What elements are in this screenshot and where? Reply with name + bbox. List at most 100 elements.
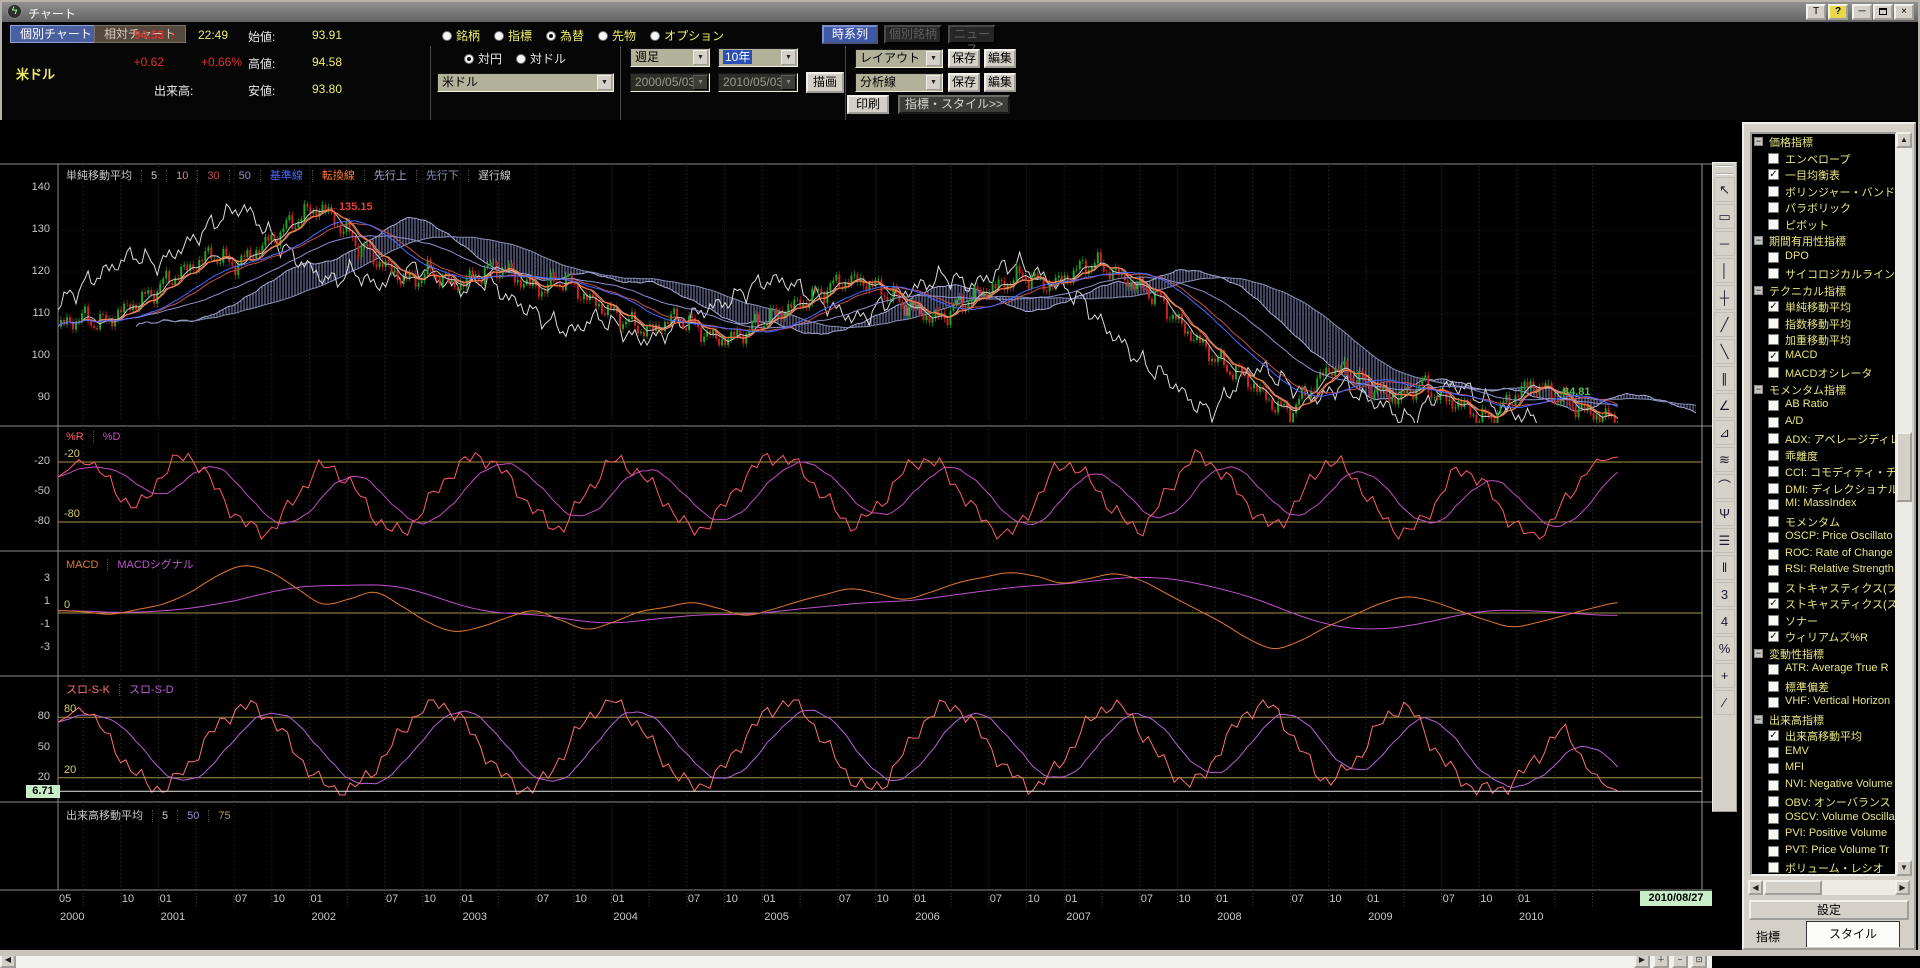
radio-selected-icon[interactable] — [464, 54, 474, 64]
checkbox-icon[interactable] — [1768, 367, 1779, 378]
pointer-tool-icon[interactable]: ↖ — [1714, 177, 1735, 202]
indicator-item-row[interactable]: エンベロープ — [1752, 151, 1895, 168]
checkbox-checked-icon[interactable]: ✓ — [1768, 351, 1779, 362]
analysis-save-button[interactable]: 保存 — [948, 73, 980, 92]
radio-1[interactable]: 対ドル — [516, 52, 566, 66]
indicator-item-row[interactable]: CCI: コモディティ・チャ — [1752, 464, 1895, 481]
collapse-icon[interactable]: − — [1754, 236, 1763, 245]
restore-button[interactable] — [1873, 4, 1893, 20]
scroll-up-icon[interactable]: ▲ — [1896, 132, 1912, 148]
checkbox-icon[interactable] — [1768, 796, 1779, 807]
indicator-tree[interactable]: −価格指標エンベロープ✓一目均衡表ボリンジャー・バンドパラボリックピボット−期間… — [1750, 132, 1897, 876]
checkbox-icon[interactable] — [1768, 318, 1779, 329]
range-combo[interactable]: 10年 ▼ — [718, 48, 798, 67]
checkbox-icon[interactable] — [1768, 780, 1779, 791]
indicator-item-row[interactable]: ボリューム・レシオ — [1752, 860, 1895, 876]
scroll-right-icon[interactable]: ▶ — [1895, 880, 1910, 895]
indicator-item-row[interactable]: 加重移動平均 — [1752, 332, 1895, 349]
channel-line-tool-icon[interactable]: ∥ — [1714, 366, 1735, 391]
chart-area[interactable]: 14013012011010090-20-50-8031-1-3805020-2… — [0, 120, 1713, 950]
drawing-toolbar[interactable]: ↖▭─│┼╱╲∥∠⊿≋⌒Ψ☰‖34%+∕ — [1712, 162, 1737, 812]
radio-0[interactable]: 対円 — [464, 52, 502, 66]
indicator-item-row[interactable]: ピボット — [1752, 217, 1895, 234]
checkbox-icon[interactable] — [1768, 466, 1779, 477]
indicator-item-row[interactable]: ✓MACD — [1752, 349, 1895, 366]
tab-style[interactable]: スタイル — [1806, 921, 1900, 947]
radio-3[interactable]: 先物 — [598, 29, 636, 43]
checkbox-checked-icon[interactable]: ✓ — [1768, 631, 1779, 642]
radio-icon[interactable] — [650, 31, 660, 41]
radio-selected-icon[interactable] — [546, 31, 556, 41]
checkbox-checked-icon[interactable]: ✓ — [1768, 301, 1779, 312]
analysis-combo[interactable]: 分析線 ▼ — [855, 73, 943, 92]
pitchfork-tool-icon[interactable]: Ψ — [1714, 501, 1735, 526]
indicator-item-row[interactable]: ATR: Average True R — [1752, 662, 1895, 679]
indicator-item-row[interactable]: ADX: アベレージディレ — [1752, 431, 1895, 448]
indicator-item-row[interactable]: ✓出来高移動平均 — [1752, 728, 1895, 745]
collapse-icon[interactable]: − — [1754, 649, 1763, 658]
checkbox-icon[interactable] — [1768, 252, 1779, 263]
radio-icon[interactable] — [442, 31, 452, 41]
indicator-item-row[interactable]: MI: MassIndex — [1752, 497, 1895, 514]
settings-button[interactable]: 設定 — [1749, 900, 1909, 920]
indicator-item-row[interactable]: MACDオシレータ — [1752, 365, 1895, 382]
checkbox-icon[interactable] — [1768, 499, 1779, 510]
radio-icon[interactable] — [494, 31, 504, 41]
radio-icon[interactable] — [598, 31, 608, 41]
collapse-icon[interactable]: − — [1754, 137, 1763, 146]
percent-line-tool-icon[interactable]: % — [1714, 636, 1735, 661]
indicator-item-row[interactable]: ✓一目均衡表 — [1752, 167, 1895, 184]
trend-line-tool-icon[interactable]: ╱ — [1714, 312, 1735, 337]
vertical-line-tool-icon[interactable]: │ — [1714, 258, 1735, 283]
indicator-item-row[interactable]: DPO — [1752, 250, 1895, 267]
indicator-item-row[interactable]: PVI: Positive Volume — [1752, 827, 1895, 844]
indicator-item-row[interactable]: サイコロジカルライン — [1752, 266, 1895, 283]
indicator-item-row[interactable]: PVT: Price Volume Tr — [1752, 844, 1895, 861]
timeseries-button[interactable]: 時系列 — [822, 25, 878, 44]
indicator-group-row[interactable]: −テクニカル指標 — [1752, 283, 1895, 300]
indicator-group-row[interactable]: −期間有用性指標 — [1752, 233, 1895, 250]
checkbox-icon[interactable] — [1768, 219, 1779, 230]
checkbox-icon[interactable] — [1768, 582, 1779, 593]
cross-line-tool-icon[interactable]: ┼ — [1714, 285, 1735, 310]
checkbox-icon[interactable] — [1768, 516, 1779, 527]
checkbox-checked-icon[interactable]: ✓ — [1768, 730, 1779, 741]
layout-combo[interactable]: レイアウト ▼ — [855, 49, 943, 68]
fan-line-tool-icon[interactable]: ∠ — [1714, 393, 1735, 418]
radio-icon[interactable] — [516, 54, 526, 64]
print-button[interactable]: 印刷 — [847, 95, 889, 114]
checkbox-icon[interactable] — [1768, 153, 1779, 164]
layout-save-button[interactable]: 保存 — [948, 49, 980, 68]
indicator-item-row[interactable]: ✓ストキャスティクス(スロ — [1752, 596, 1895, 613]
indicator-item-row[interactable]: ✓ウィリアムズ%R — [1752, 629, 1895, 646]
indicator-item-row[interactable]: VHF: Vertical Horizon — [1752, 695, 1895, 712]
radio-1[interactable]: 指標 — [494, 29, 532, 43]
checkbox-icon[interactable] — [1768, 202, 1779, 213]
indicator-item-row[interactable]: 指数移動平均 — [1752, 316, 1895, 333]
ray-line-tool-icon[interactable]: ╲ — [1714, 339, 1735, 364]
vscroll-thumb[interactable] — [1896, 432, 1912, 502]
checkbox-icon[interactable] — [1768, 829, 1779, 840]
checkbox-icon[interactable] — [1768, 747, 1779, 758]
cycle-line-tool-icon[interactable]: ⌒ — [1714, 474, 1735, 499]
indicator-style-button[interactable]: 指標・スタイル>> — [898, 95, 1010, 114]
checkbox-icon[interactable] — [1768, 433, 1779, 444]
indicator-item-row[interactable]: EMV — [1752, 745, 1895, 762]
indicator-item-row[interactable]: OSCV: Volume Oscilla — [1752, 811, 1895, 828]
draw-button[interactable]: 描画 — [806, 72, 844, 93]
eraser-tool-icon[interactable]: ▭ — [1714, 204, 1735, 229]
three-point-tool-icon[interactable]: 3 — [1714, 582, 1735, 607]
checkbox-icon[interactable] — [1768, 664, 1779, 675]
add-tool-icon[interactable]: + — [1714, 663, 1735, 688]
chevron-down-icon[interactable]: ▼ — [693, 50, 708, 65]
checkbox-icon[interactable] — [1768, 862, 1779, 873]
four-point-tool-icon[interactable]: 4 — [1714, 609, 1735, 634]
tool-window-button[interactable]: T — [1806, 4, 1826, 20]
indicator-item-row[interactable]: MFI — [1752, 761, 1895, 778]
indicator-item-row[interactable]: OBV: オンーバランス・ — [1752, 794, 1895, 811]
pencil-tool-icon[interactable]: ∕ — [1714, 690, 1735, 715]
indicator-tree-hscrollbar[interactable]: ◀ ▶ — [1748, 880, 1910, 895]
gann-fan-tool-icon[interactable]: ⊿ — [1714, 420, 1735, 445]
indicator-item-row[interactable]: ストキャスティクス(ファ — [1752, 580, 1895, 597]
indicator-tree-vscrollbar[interactable]: ▲ ▼ — [1896, 132, 1912, 876]
